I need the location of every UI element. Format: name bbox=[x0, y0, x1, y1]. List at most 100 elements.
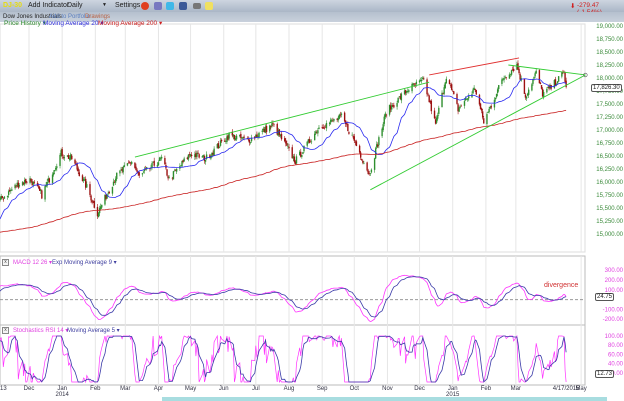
candle-body bbox=[412, 83, 414, 86]
candle-body bbox=[136, 169, 138, 172]
candle-body bbox=[336, 118, 338, 120]
candle-body bbox=[444, 82, 446, 89]
candle-body bbox=[348, 132, 350, 134]
candle-body bbox=[403, 90, 406, 95]
stoch-close-icon[interactable]: x bbox=[2, 327, 9, 334]
candle-body bbox=[452, 90, 454, 92]
candle-body bbox=[67, 155, 70, 159]
refresh-icon[interactable] bbox=[141, 2, 149, 10]
candle-body bbox=[261, 130, 263, 132]
candle-body bbox=[66, 155, 69, 157]
candle-body bbox=[85, 178, 87, 188]
candle-body bbox=[142, 171, 145, 173]
candle-body bbox=[284, 138, 286, 142]
candle-body bbox=[358, 145, 361, 153]
candle-body bbox=[21, 182, 24, 186]
candle-body bbox=[301, 155, 303, 157]
candle-body bbox=[488, 108, 490, 113]
candle-body bbox=[121, 169, 123, 172]
candle-body bbox=[63, 157, 66, 159]
candle-body bbox=[127, 162, 130, 164]
stoch-signal-title[interactable]: Moving Average 5 ▾ bbox=[67, 327, 120, 334]
add-indicator-button[interactable]: Add Indicator bbox=[28, 2, 69, 9]
candle-body bbox=[52, 172, 55, 175]
macd-title[interactable]: MACD 12 26 ▾ bbox=[13, 259, 52, 266]
camera-icon[interactable] bbox=[193, 3, 201, 9]
note-icon[interactable] bbox=[205, 2, 213, 10]
candle-body bbox=[83, 179, 86, 181]
candle-body bbox=[105, 194, 107, 200]
candle-body bbox=[370, 169, 373, 173]
candle-body bbox=[449, 84, 452, 86]
toolbar: DJ-30 Add Indicator Daily ▼ Settings ⬇ -… bbox=[0, 0, 624, 16]
legend-price-history[interactable]: Price History ▾ bbox=[4, 19, 46, 27]
candles bbox=[0, 60, 567, 219]
candle-body bbox=[18, 185, 21, 187]
candle-body bbox=[565, 80, 567, 88]
print-icon[interactable] bbox=[154, 2, 162, 10]
candle-body bbox=[37, 186, 40, 188]
candle-body bbox=[226, 136, 228, 143]
settings-button[interactable]: Settings bbox=[115, 2, 140, 9]
candle-body bbox=[478, 94, 481, 105]
candle-body bbox=[62, 156, 64, 158]
macd-signal-title[interactable]: Exp Moving Average 9 ▾ bbox=[52, 259, 117, 266]
candle-body bbox=[474, 88, 476, 90]
candle-body bbox=[337, 117, 339, 121]
change-arrow-icon: ⬇ bbox=[570, 3, 576, 10]
candle-body bbox=[228, 132, 230, 139]
candle-body bbox=[523, 78, 526, 94]
candle-body bbox=[108, 192, 110, 194]
candle-body bbox=[374, 148, 377, 159]
candle-body bbox=[273, 123, 275, 125]
legend-ma200[interactable]: Moving Average 200 ▾ bbox=[98, 19, 162, 27]
macd-current-value: 24.75 bbox=[595, 293, 615, 301]
candle-body bbox=[360, 152, 362, 158]
symbol-label[interactable]: DJ-30 bbox=[3, 2, 22, 9]
candle-body bbox=[464, 98, 467, 101]
chevron-down-icon[interactable]: ▼ bbox=[102, 2, 107, 8]
candle-body bbox=[480, 108, 483, 111]
candle-body bbox=[181, 161, 183, 167]
candle-body bbox=[45, 185, 47, 187]
candle-body bbox=[346, 123, 348, 125]
candle-body bbox=[186, 157, 189, 159]
candle-body bbox=[438, 107, 440, 114]
candle-body bbox=[295, 156, 298, 164]
price-tick-label: 19,000.00 bbox=[596, 24, 623, 30]
macd-close-icon[interactable]: x bbox=[2, 259, 9, 266]
candle-body bbox=[160, 156, 163, 159]
candle-body bbox=[106, 194, 108, 199]
candle-body bbox=[285, 140, 287, 144]
candle-body bbox=[144, 168, 147, 170]
price-tick-label: 15,250.00 bbox=[596, 219, 623, 225]
stoch-current-value: 12.73 bbox=[595, 370, 615, 378]
candle-body bbox=[183, 158, 185, 162]
candle-body bbox=[135, 166, 137, 171]
candle-body bbox=[303, 145, 305, 152]
candle-body bbox=[168, 177, 170, 178]
bottom-scroll-strip[interactable] bbox=[162, 397, 607, 401]
chart-canvas[interactable]: 13 Dec Jan Feb Mar Apr May Jun Jul Aug Sep Oct Nov De… bbox=[0, 0, 624, 401]
candle-body bbox=[137, 171, 139, 173]
candle-body bbox=[302, 152, 304, 155]
candle-body bbox=[430, 100, 433, 112]
interval-select[interactable]: Daily bbox=[67, 2, 83, 9]
candle-body bbox=[262, 128, 265, 131]
ma20-line bbox=[0, 78, 567, 220]
facebook-icon[interactable] bbox=[179, 2, 187, 10]
price-tick-label: 16,500.00 bbox=[596, 154, 623, 160]
candle-body bbox=[250, 137, 253, 142]
twitter-icon[interactable] bbox=[166, 2, 174, 10]
candle-body bbox=[473, 87, 475, 90]
stoch-title[interactable]: Stochastics RSI 14 ▾ bbox=[13, 327, 68, 334]
macd-tick-label: -100.00 bbox=[603, 307, 624, 313]
candle-body bbox=[15, 185, 17, 187]
candle-body bbox=[248, 139, 251, 143]
legend-ma20[interactable]: Moving Average 20 ▾ bbox=[43, 19, 104, 27]
candle-body bbox=[74, 159, 76, 164]
candle-body bbox=[323, 127, 326, 129]
candle-body bbox=[388, 104, 391, 115]
candle-body bbox=[486, 114, 488, 124]
candle-body bbox=[433, 110, 436, 119]
